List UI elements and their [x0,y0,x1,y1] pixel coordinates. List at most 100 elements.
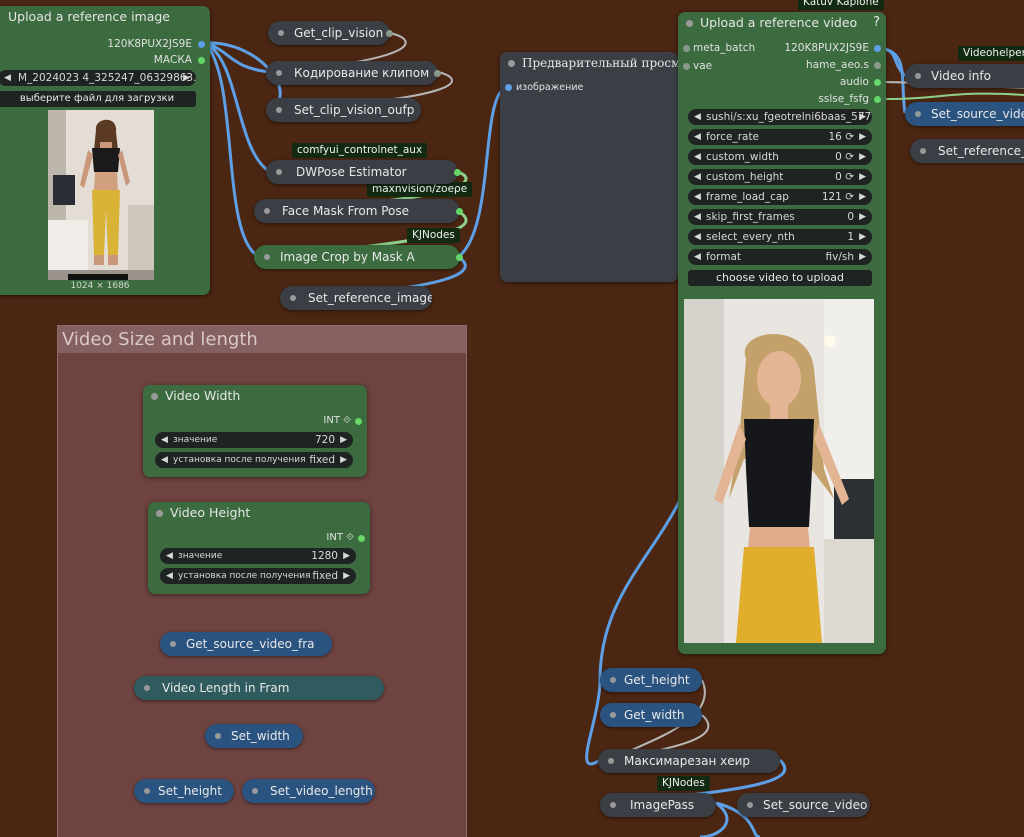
chevron-right-icon[interactable]: ▶ [859,209,866,225]
collapse-dot-icon[interactable] [252,788,258,794]
chevron-right-icon[interactable]: ▶ [859,249,866,265]
video-info-node[interactable]: Video info [905,64,1024,88]
get-height-node[interactable]: Get_height [600,668,702,692]
chevron-left-icon[interactable]: ◀ [694,109,701,125]
video-file-select[interactable]: ◀ sushi/s:xu_fgeotrelni6baas_577 ▶ [688,109,872,125]
skip-first-frames-widget[interactable]: ◀ skip_first_frames 0 ▶ [688,209,872,225]
chevron-left-icon[interactable]: ◀ [166,548,173,564]
chevron-left-icon[interactable]: ◀ [694,129,701,145]
video-width-control[interactable]: ◀ установка после получения fixed ▶ [155,452,353,468]
set-width-node[interactable]: Set_width [205,724,303,748]
output-port[interactable] [386,30,393,37]
get-clip-vision-node[interactable]: Get_clip_vision [268,21,390,45]
video-length-node[interactable]: Video Length in Fram [134,676,384,700]
collapse-dot-icon[interactable] [915,111,921,117]
set-video-length-node[interactable]: Set_video_length [242,779,375,803]
input-image-port[interactable] [505,84,512,91]
output-video-info-port[interactable] [874,96,881,103]
chevron-left-icon[interactable]: ◀ [694,209,701,225]
upload-file-button[interactable]: выберите файл для загрузки [0,91,196,107]
collapse-dot-icon[interactable] [144,685,150,691]
chevron-right-icon[interactable]: ▶ [859,149,866,165]
collapse-dot-icon[interactable] [610,712,616,718]
int-output-port[interactable] [358,535,365,542]
collapse-dot-icon[interactable] [215,733,221,739]
collapse-dot-icon[interactable] [608,758,614,764]
input-meta-batch-port[interactable] [683,45,690,52]
upload-image-node[interactable]: Upload a reference image 120K8PUX2JS9E М… [0,6,210,295]
chevron-right-icon[interactable]: ▶ [340,432,347,448]
collapse-dot-icon[interactable] [747,802,753,808]
format-widget[interactable]: ◀ format fiv/sh ▶ [688,249,872,265]
chevron-right-icon[interactable]: ▶ [343,548,350,564]
set-reference-node[interactable]: Set_reference_c [910,139,1024,163]
get-width-node[interactable]: Get_width [600,703,702,727]
set-height-node[interactable]: Set_height [134,779,234,803]
select-every-nth-widget[interactable]: ◀ select_every_nth 1 ▶ [688,229,872,245]
video-height-node[interactable]: Video Height INT ⟐ ◀ значение 1280 ▶ ◀ устан… [148,502,370,594]
force-rate-widget[interactable]: ◀ force_rate 16 ⟳ ▶ [688,129,872,145]
set-source-video-node-2[interactable]: Set_source_video [737,793,870,817]
image-crop-node[interactable]: Image Crop by Mask A [254,245,460,269]
output-port[interactable] [434,70,441,77]
get-source-video-fra-node[interactable]: Get_source_video_fra [160,632,332,656]
chevron-left-icon[interactable]: ◀ [694,249,701,265]
output-port[interactable] [456,208,463,215]
input-vae-port[interactable] [683,63,690,70]
node-canvas[interactable]: Upload a reference image 120K8PUX2JS9E М… [0,0,1024,837]
chevron-right-icon[interactable]: ▶ [340,452,347,468]
output-port[interactable] [456,254,463,261]
face-mask-node[interactable]: Face Mask From Pose [254,199,460,223]
chevron-left-icon[interactable]: ◀ [161,432,168,448]
chevron-left-icon[interactable]: ◀ [694,189,701,205]
chevron-right-icon[interactable]: ▶ [859,169,866,185]
collapse-dot-icon[interactable] [144,788,150,794]
resize-node[interactable]: Максимарезан хеир [598,749,780,773]
collapse-dot-icon[interactable] [610,677,616,683]
chevron-left-icon[interactable]: ◀ [161,452,168,468]
chevron-right-icon[interactable]: ▶ [183,70,190,86]
image-pass-node[interactable]: ImagePass [600,793,716,817]
collapse-dot-icon[interactable] [264,254,270,260]
video-height-control[interactable]: ◀ установка после получения fixed ▶ [160,568,356,584]
preview-image-node[interactable]: Предварительный просмотр и изображение [500,52,678,282]
collapse-dot-icon[interactable] [151,393,158,400]
dwpose-node[interactable]: DWPose Estimator [266,160,458,184]
chevron-left-icon[interactable]: ◀ [166,568,173,584]
video-width-node[interactable]: Video Width INT ⟐ ◀ значение 720 ▶ ◀ установ… [143,385,367,477]
collapse-dot-icon[interactable] [686,20,693,27]
chevron-right-icon[interactable]: ▶ [859,129,866,145]
chevron-right-icon[interactable]: ▶ [343,568,350,584]
custom-width-widget[interactable]: ◀ custom_width 0 ⟳ ▶ [688,149,872,165]
output-audio-port[interactable] [874,79,881,86]
upload-video-node[interactable]: Upload a reference video ? meta_batch va… [678,12,886,654]
custom-height-widget[interactable]: ◀ custom_height 0 ⟳ ▶ [688,169,872,185]
chevron-right-icon[interactable]: ▶ [859,229,866,245]
collapse-dot-icon[interactable] [264,208,270,214]
collapse-dot-icon[interactable] [278,30,284,36]
chevron-left-icon[interactable]: ◀ [694,169,701,185]
collapse-dot-icon[interactable] [290,295,296,301]
chevron-left-icon[interactable]: ◀ [694,229,701,245]
output-port[interactable] [454,169,461,176]
output-frame-count-port[interactable] [874,62,881,69]
output-mask-port[interactable] [198,57,205,64]
image-file-select[interactable]: ◀ M_2024023 4_325247_06329863... ▶ [0,70,196,86]
collapse-dot-icon[interactable] [508,60,515,67]
chevron-left-icon[interactable]: ◀ [694,149,701,165]
output-image-port[interactable] [198,41,205,48]
collapse-dot-icon[interactable] [610,802,616,808]
collapse-dot-icon[interactable] [276,169,282,175]
frame-load-cap-widget[interactable]: ◀ frame_load_cap 121 ⟳ ▶ [688,189,872,205]
video-width-value[interactable]: ◀ значение 720 ▶ [155,432,353,448]
clip-encode-node[interactable]: Кодирование клипом [266,61,438,85]
collapse-dot-icon[interactable] [276,107,282,113]
choose-video-button[interactable]: choose video to upload [688,270,872,286]
set-clip-vision-node[interactable]: Set_clip_vision_oufp [266,98,421,122]
help-icon[interactable]: ? [873,12,880,34]
collapse-dot-icon[interactable] [170,641,176,647]
chevron-left-icon[interactable]: ◀ [4,70,11,86]
collapse-dot-icon[interactable] [156,510,163,517]
chevron-right-icon[interactable]: ▶ [859,189,866,205]
chevron-right-icon[interactable]: ▶ [859,109,866,125]
